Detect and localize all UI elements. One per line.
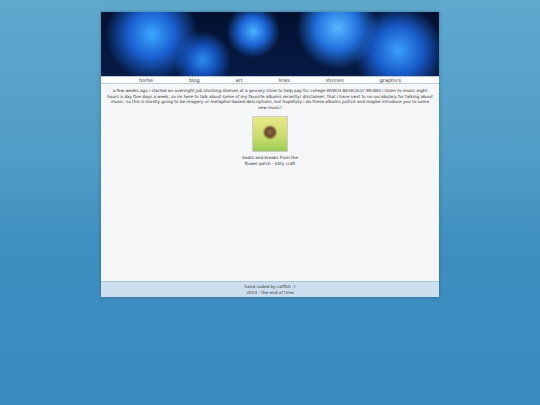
intro-text: a few weeks ago i started an overnight j… [107,88,433,110]
album-cover [252,116,288,152]
header-banner [101,12,439,76]
content: a few weeks ago i started an overnight j… [101,84,439,281]
page: home blog art links shrines graphics a few wee… [0,0,540,405]
nav-bar: home blog art links shrines graphics [101,76,439,84]
footer-line: hand coded by catfish :) [245,284,296,289]
nav-link[interactable]: home [139,77,153,83]
nav-link[interactable]: blog [189,77,200,83]
nav-link[interactable]: shrines [326,77,344,83]
footer: hand coded by catfish :)2024 - the end o… [101,281,439,297]
nav-link[interactable]: graphics [380,77,401,83]
nav-link[interactable]: links [278,77,289,83]
album-caption: beats and breaks from the flower patch -… [240,155,300,166]
footer-line: 2024 - the end of time [246,290,293,295]
site-container: home blog art links shrines graphics a few wee… [101,12,439,297]
album: beats and breaks from the flower patch -… [240,116,300,166]
nav-link[interactable]: art [236,77,243,83]
